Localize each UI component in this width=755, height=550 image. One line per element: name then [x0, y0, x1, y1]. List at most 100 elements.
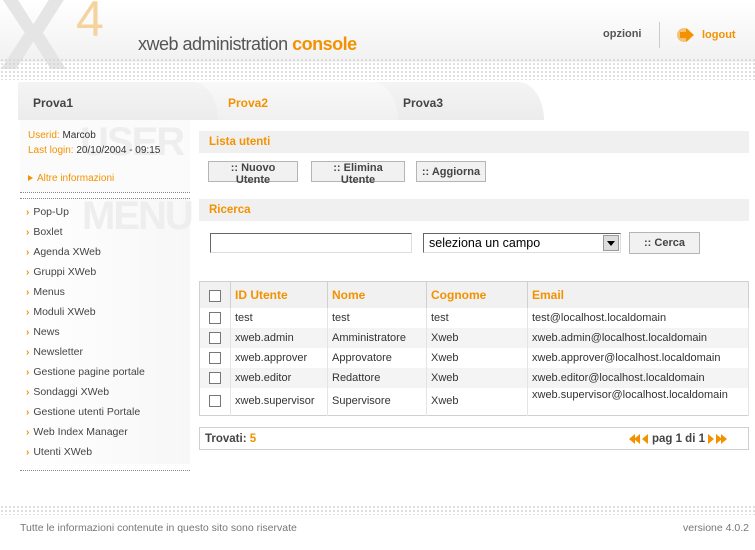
col-header-id[interactable]: ID Utente [230, 281, 328, 308]
sidebar-menu-item[interactable]: › Gruppi XWeb [26, 265, 145, 285]
table-row[interactable]: xweb.editor Redattore Xweb xweb.editor@loca… [199, 367, 749, 388]
next-page-icon[interactable] [708, 433, 716, 445]
sidebar-menu-item[interactable]: › News [26, 325, 145, 345]
cell-nome: Approvatore [327, 347, 427, 368]
row-checkbox-cell [199, 327, 231, 348]
sidebar-menu-item[interactable]: › Boxlet [26, 225, 145, 245]
sidebar-menu-item[interactable]: › Moduli XWeb [26, 305, 145, 325]
cell-email: xweb.admin@localhost.localdomain [527, 327, 749, 348]
table-row[interactable]: test test test test@localhost.localdomain [199, 307, 749, 328]
sidebar-menu-item[interactable]: › Newsletter [26, 345, 145, 365]
divider [20, 470, 190, 471]
new-user-button[interactable]: :: Nuovo Utente [208, 161, 298, 186]
orange-arrow-icon: › [26, 287, 30, 298]
more-info-link[interactable]: Altre informazioni [28, 173, 114, 184]
field-select-value: seleziona un campo [429, 236, 541, 250]
orange-arrow-icon: › [26, 387, 30, 398]
logout-label: logout [702, 29, 736, 41]
row-checkbox-cell [199, 367, 231, 388]
search-button[interactable]: :: Cerca [629, 232, 700, 254]
orange-arrow-icon: › [26, 367, 30, 378]
col-header-nome[interactable]: Nome [327, 281, 427, 308]
userid-label: Userid: [28, 130, 63, 141]
last-page-icon[interactable] [716, 433, 728, 445]
table-row[interactable]: xweb.supervisor Supervisore Xweb xweb.super… [199, 387, 749, 416]
dropdown-arrow-icon[interactable] [603, 235, 619, 251]
sidebar-menu-item[interactable]: › Utenti XWeb [26, 445, 145, 465]
cell-cognome: Xweb [426, 327, 528, 348]
col-header-email[interactable]: Email [527, 281, 749, 308]
row-checkbox[interactable] [209, 351, 221, 364]
cell-cognome: Xweb [426, 347, 528, 368]
tab-prova1[interactable]: Prova1 [18, 82, 218, 120]
results-bar: Trovati: 5 pag 1 di 1 [199, 427, 749, 450]
sidebar-menu-label: Gestione pagine portale [33, 366, 145, 378]
table-row[interactable]: xweb.admin Amministratore Xweb xweb.admin@l… [199, 327, 749, 348]
search-input[interactable] [210, 233, 412, 253]
row-checkbox[interactable] [209, 371, 221, 384]
row-checkbox[interactable] [209, 395, 221, 408]
cell-email: xweb.editor@localhost.localdomain [527, 367, 749, 388]
lastlogin-row: Last login: 20/10/2004 - 09:15 [28, 145, 160, 156]
col-header-cognome[interactable]: Cognome [426, 281, 528, 308]
opzioni-link[interactable]: opzioni [603, 28, 642, 40]
tab-bar: Prova1 Prova2 Prova3 [18, 82, 755, 120]
user-watermark: USER [80, 120, 185, 164]
userid-value: Marcob [62, 130, 96, 141]
cell-nome: test [327, 307, 427, 328]
sidebar-menu-item[interactable]: › Gestione pagine portale [26, 365, 145, 385]
divider [20, 198, 190, 199]
orange-arrow-icon: › [26, 347, 30, 358]
logout-link[interactable]: logout [676, 24, 736, 46]
row-checkbox-cell [199, 347, 231, 368]
logo-4: 4 [76, 0, 104, 47]
row-checkbox[interactable] [209, 311, 221, 324]
app-title-accent: console [292, 34, 357, 54]
sidebar-menu-item[interactable]: › Web Index Manager [26, 425, 145, 445]
row-checkbox[interactable] [209, 331, 221, 344]
sidebar-menu-label: Boxlet [33, 226, 63, 238]
tab-prova2[interactable]: Prova2 [190, 82, 398, 120]
sidebar-menu-label: News [33, 326, 60, 338]
cell-email: xweb.supervisor@localhost.localdomain [527, 387, 749, 416]
cell-id: xweb.admin [230, 327, 328, 348]
sidebar-menu-item[interactable]: › Gestione utenti Portale [26, 405, 145, 425]
sidebar-menu-label: Gruppi XWeb [33, 266, 97, 278]
footer-dots [0, 505, 755, 515]
refresh-button[interactable]: :: Aggiorna [416, 161, 486, 182]
sidebar-menu-item[interactable]: › Sondaggi XWeb [26, 385, 145, 405]
page-indicator: pag 1 di 1 [651, 433, 705, 445]
cell-nome: Redattore [327, 367, 427, 388]
select-all-cell [199, 281, 231, 308]
select-all-checkbox[interactable] [209, 289, 221, 302]
orange-arrow-icon: › [26, 267, 30, 278]
header-dots [0, 58, 755, 80]
header-divider [659, 22, 660, 48]
orange-arrow-icon: › [26, 207, 30, 218]
found-count: 5 [249, 433, 257, 445]
cell-email: test@localhost.localdomain [527, 307, 749, 328]
sidebar-menu-label: Sondaggi XWeb [33, 386, 110, 398]
cell-email: xweb.approver@localhost.localdomain [527, 347, 749, 368]
sidebar: USER Userid: Marcob Last login: 20/10/20… [20, 120, 194, 480]
cell-nome: Supervisore [327, 387, 427, 416]
delete-user-button[interactable]: :: Elimina Utente [311, 161, 405, 186]
field-select[interactable]: seleziona un campo [423, 233, 621, 253]
sidebar-menu: › Pop-Up › Boxlet › Agenda XWeb › Gruppi XWeb › M… [26, 205, 145, 465]
orange-arrow-icon: › [26, 327, 30, 338]
logout-arrow-icon [676, 25, 696, 45]
userid-row: Userid: Marcob [28, 130, 96, 141]
first-page-icon[interactable] [628, 433, 641, 445]
header: X 4 xweb administration console opzioni … [0, 0, 755, 91]
prev-page-icon[interactable] [641, 433, 649, 445]
cell-nome: Amministratore [327, 327, 427, 348]
table-header-row: ID Utente Nome Cognome Email [199, 281, 749, 308]
sidebar-menu-label: Utenti XWeb [33, 446, 93, 458]
row-checkbox-cell [199, 387, 231, 416]
sidebar-menu-item[interactable]: › Menus [26, 285, 145, 305]
sidebar-menu-item[interactable]: › Pop-Up [26, 205, 145, 225]
table-row[interactable]: xweb.approver Approvatore Xweb xweb.approve… [199, 347, 749, 368]
sidebar-menu-item[interactable]: › Agenda XWeb [26, 245, 145, 265]
cell-id: xweb.editor [230, 367, 328, 388]
orange-arrow-icon: › [26, 447, 30, 458]
